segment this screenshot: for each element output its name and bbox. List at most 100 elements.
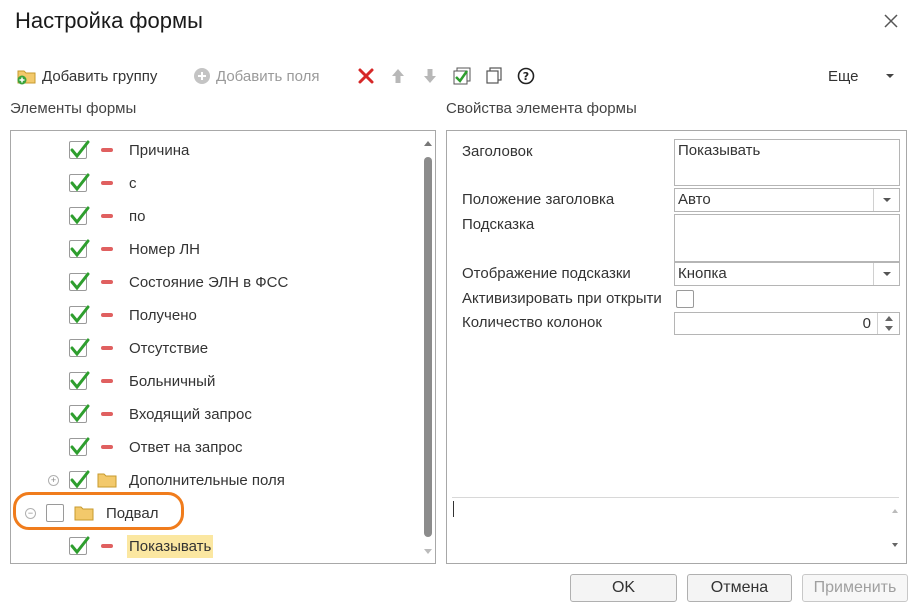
callout-highlight-ring xyxy=(13,492,184,530)
tree-item-label: Состояние ЭЛН в ФСС xyxy=(129,274,289,291)
check-all-icon xyxy=(453,67,471,85)
add-folder-icon xyxy=(17,70,36,85)
tree-row[interactable]: Получено xyxy=(11,301,421,329)
chevron-down-icon xyxy=(882,198,891,202)
toolbar: Добавить группу Добавить поля ? Еще xyxy=(0,60,917,92)
checkmark-icon xyxy=(70,140,90,159)
tree-item-label: Причина xyxy=(129,142,190,159)
tree-item-label: по xyxy=(129,208,146,225)
tooltip-display-value: Кнопка xyxy=(678,265,727,282)
tree-item-label-selected: Показывать xyxy=(127,535,214,558)
text-cursor xyxy=(453,501,454,517)
close-icon xyxy=(884,14,898,28)
checkmark-icon xyxy=(70,470,90,489)
tree-item-checkbox[interactable] xyxy=(69,404,90,423)
add-field-button[interactable]: Добавить поля xyxy=(192,64,319,88)
tree-row[interactable]: Входящий запрос xyxy=(11,400,421,428)
help-icon: ? xyxy=(517,67,535,85)
element-properties-header: Свойства элемента формы xyxy=(446,100,637,117)
caption-position-dropdown[interactable] xyxy=(873,189,899,211)
copy-button[interactable] xyxy=(484,64,504,88)
tree-item-checkbox[interactable] xyxy=(69,206,90,225)
delete-x-icon xyxy=(358,68,374,84)
tree-item-label: Отсутствие xyxy=(129,340,209,357)
tree-row[interactable]: Отсутствие xyxy=(11,334,421,362)
tooltip-display-select[interactable]: Кнопка xyxy=(674,262,900,286)
tree-row[interactable]: Состояние ЭЛН в ФСС xyxy=(11,268,421,296)
svg-text:?: ? xyxy=(523,70,529,83)
tooltip-display-dropdown[interactable] xyxy=(873,263,899,285)
stepper-up-icon[interactable] xyxy=(885,316,893,321)
apply-button[interactable]: Применить xyxy=(802,574,908,602)
add-group-button[interactable]: Добавить группу xyxy=(16,64,157,88)
caption-input[interactable]: Показывать xyxy=(674,139,900,186)
tree-item-checkbox[interactable] xyxy=(69,470,90,489)
checkmark-icon xyxy=(70,437,90,456)
scroll-up-icon[interactable] xyxy=(424,141,432,146)
tree-scrollbar[interactable] xyxy=(421,131,435,563)
tree-item-checkbox[interactable] xyxy=(69,437,90,456)
tree-item-checkbox[interactable] xyxy=(69,305,90,324)
tree-item-checkbox[interactable] xyxy=(69,338,90,357)
activate-on-open-checkbox[interactable] xyxy=(676,290,694,308)
checkmark-icon xyxy=(70,173,90,192)
columns-count-stepper[interactable] xyxy=(877,313,899,334)
tree-item-label: Номер ЛН xyxy=(129,241,201,258)
check-all-button[interactable] xyxy=(452,64,472,88)
arrow-down-icon xyxy=(424,69,436,83)
scroll-up-icon[interactable] xyxy=(892,509,898,513)
columns-count-value: 0 xyxy=(862,315,871,332)
scroll-down-icon[interactable] xyxy=(892,543,898,547)
tree-row[interactable]: Ответ на запрос xyxy=(11,433,421,461)
tree-item-checkbox[interactable] xyxy=(69,140,90,159)
delete-button[interactable] xyxy=(357,64,375,88)
field-minus-icon xyxy=(101,181,113,185)
checkmark-icon xyxy=(70,404,90,423)
checkmark-icon xyxy=(70,536,90,555)
cancel-button[interactable]: Отмена xyxy=(687,574,792,602)
folder-icon xyxy=(97,472,117,493)
tooltip-input[interactable] xyxy=(674,214,900,262)
expand-icon[interactable]: + xyxy=(48,475,59,486)
field-minus-icon xyxy=(101,148,113,152)
checkmark-icon xyxy=(70,206,90,225)
tree-row[interactable]: с xyxy=(11,169,421,197)
move-up-button[interactable] xyxy=(389,64,407,88)
ok-button[interactable]: OK xyxy=(570,574,677,602)
tree-row[interactable]: Номер ЛН xyxy=(11,235,421,263)
move-down-button[interactable] xyxy=(421,64,439,88)
columns-count-input[interactable]: 0 xyxy=(674,312,900,335)
tree-item-label: Входящий запрос xyxy=(129,406,252,423)
more-label: Еще xyxy=(828,67,859,85)
tree-item-checkbox[interactable] xyxy=(69,272,90,291)
element-properties-panel: Заголовок Показывать Положение заголовка… xyxy=(446,130,907,564)
checkmark-icon xyxy=(70,371,90,390)
tree-row[interactable]: Причина xyxy=(11,136,421,164)
tree-row[interactable]: Больничный xyxy=(11,367,421,395)
field-minus-icon xyxy=(101,346,113,350)
stepper-down-icon[interactable] xyxy=(885,326,893,331)
field-minus-icon xyxy=(101,445,113,449)
tree-item-label: Больничный xyxy=(129,373,216,390)
tree-item-label: с xyxy=(129,175,137,192)
add-field-label: Добавить поля xyxy=(216,67,320,85)
help-button[interactable]: ? xyxy=(516,64,536,88)
tree-item-checkbox[interactable] xyxy=(69,239,90,258)
tree-row[interactable]: по xyxy=(11,202,421,230)
field-minus-icon xyxy=(101,379,113,383)
more-button[interactable]: Еще xyxy=(828,64,895,88)
scroll-down-icon[interactable] xyxy=(424,549,432,554)
close-button[interactable] xyxy=(881,11,901,31)
dropdown-arrow-icon xyxy=(885,74,894,78)
tree-row[interactable]: Показывать xyxy=(11,532,421,560)
caption-value: Показывать xyxy=(678,142,761,159)
caption-position-label: Положение заголовка xyxy=(462,191,615,208)
tree-item-label: Дополнительные поля xyxy=(129,472,285,489)
tree-row[interactable]: + Дополнительные поля xyxy=(11,466,421,494)
tree-item-checkbox[interactable] xyxy=(69,371,90,390)
tree-item-checkbox[interactable] xyxy=(69,536,90,555)
caption-position-select[interactable]: Авто xyxy=(674,188,900,212)
tree-item-checkbox[interactable] xyxy=(69,173,90,192)
field-minus-icon xyxy=(101,412,113,416)
scroll-thumb[interactable] xyxy=(424,157,432,537)
